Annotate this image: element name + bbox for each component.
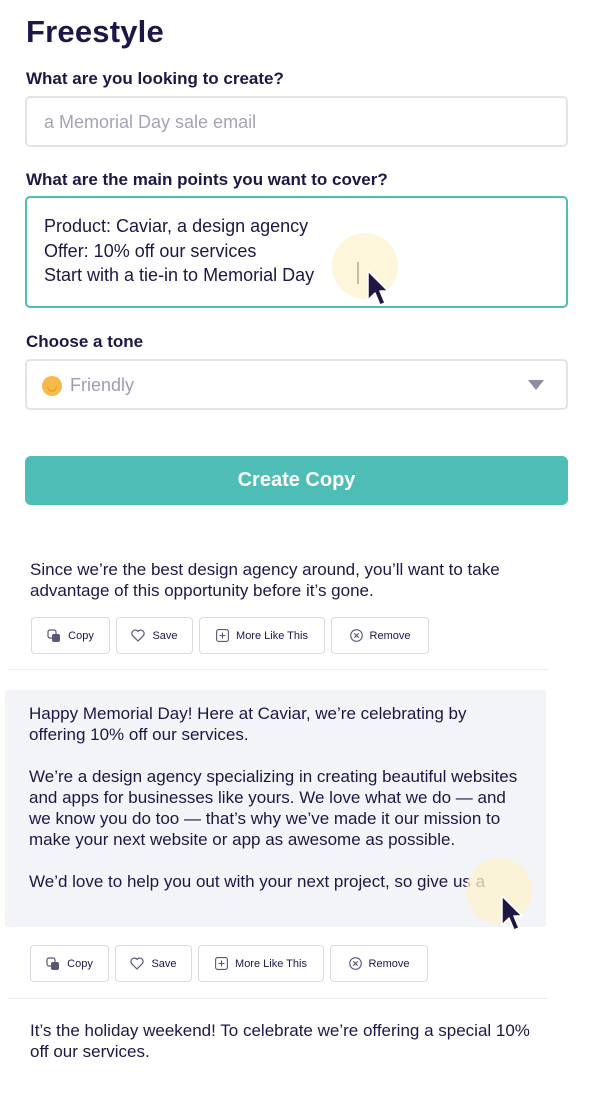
page-title: Freestyle [26, 14, 164, 49]
more-like-this-button[interactable]: More Like This [199, 617, 325, 654]
what-input-placeholder: a Memorial Day sale email [44, 112, 257, 132]
copy-icon [47, 628, 61, 642]
smiley-face-icon: ◡ [42, 376, 62, 396]
copy-button[interactable]: Copy [31, 617, 110, 654]
save-label: Save [151, 957, 177, 970]
more-like-this-label: More Like This [235, 957, 307, 970]
divider [8, 669, 548, 670]
copy-icon [46, 956, 60, 970]
remove-circle-icon [349, 629, 363, 642]
more-like-this-label: More Like This [236, 629, 308, 642]
chevron-down-icon[interactable] [528, 380, 544, 390]
points-line: Offer: 10% off our services [44, 240, 257, 261]
result-paragraph: Happy Memorial Day! Here at Caviar, we’r… [29, 704, 467, 744]
tone-select[interactable]: ◡ Friendly [25, 359, 568, 410]
what-input[interactable]: a Memorial Day sale email [25, 96, 568, 147]
points-label: What are the main points you want to cov… [26, 170, 388, 189]
result-text: Since we’re the best design agency aroun… [30, 559, 550, 601]
result-paragraph: Since we’re the best design agency aroun… [30, 560, 500, 600]
remove-button[interactable]: Remove [331, 617, 429, 654]
create-copy-button[interactable]: Create Copy [25, 456, 568, 505]
save-button[interactable]: Save [115, 945, 192, 982]
remove-label: Remove [369, 629, 411, 642]
remove-circle-icon [348, 957, 362, 970]
result-paragraph: We’d love to help you out with your next… [29, 872, 486, 891]
points-textarea[interactable]: Product: Caviar, a design agency Offer: … [25, 196, 568, 308]
what-label: What are you looking to create? [26, 69, 284, 88]
result-paragraph: We’re a design agency specializing in cr… [29, 767, 518, 849]
more-like-this-button[interactable]: More Like This [198, 945, 324, 982]
result-paragraph: It’s the holiday weekend! To celebrate w… [30, 1021, 530, 1061]
points-line: Start with a tie-in to Memorial Day [44, 265, 315, 285]
save-button[interactable]: Save [116, 617, 193, 654]
result-text: Happy Memorial Day! Here at Caviar, we’r… [29, 703, 524, 892]
tone-selected-value: Friendly [70, 375, 135, 395]
mouse-pointer-icon [367, 270, 389, 306]
plus-square-icon [215, 957, 228, 970]
heart-icon [131, 629, 146, 642]
result-text: It’s the holiday weekend! To celebrate w… [30, 1020, 550, 1062]
divider [8, 998, 548, 999]
tone-label: Choose a tone [26, 332, 144, 351]
copy-label: Copy [67, 957, 93, 970]
plus-square-icon [216, 629, 229, 642]
remove-button[interactable]: Remove [330, 945, 428, 982]
copy-button[interactable]: Copy [30, 945, 109, 982]
save-label: Save [152, 629, 178, 642]
heart-icon [130, 957, 145, 970]
points-text: Product: Caviar, a design agency Offer: … [44, 214, 314, 288]
copy-label: Copy [68, 629, 94, 642]
remove-label: Remove [368, 957, 410, 970]
mouse-pointer-icon [501, 895, 523, 931]
points-line: Product: Caviar, a design agency [44, 216, 309, 236]
